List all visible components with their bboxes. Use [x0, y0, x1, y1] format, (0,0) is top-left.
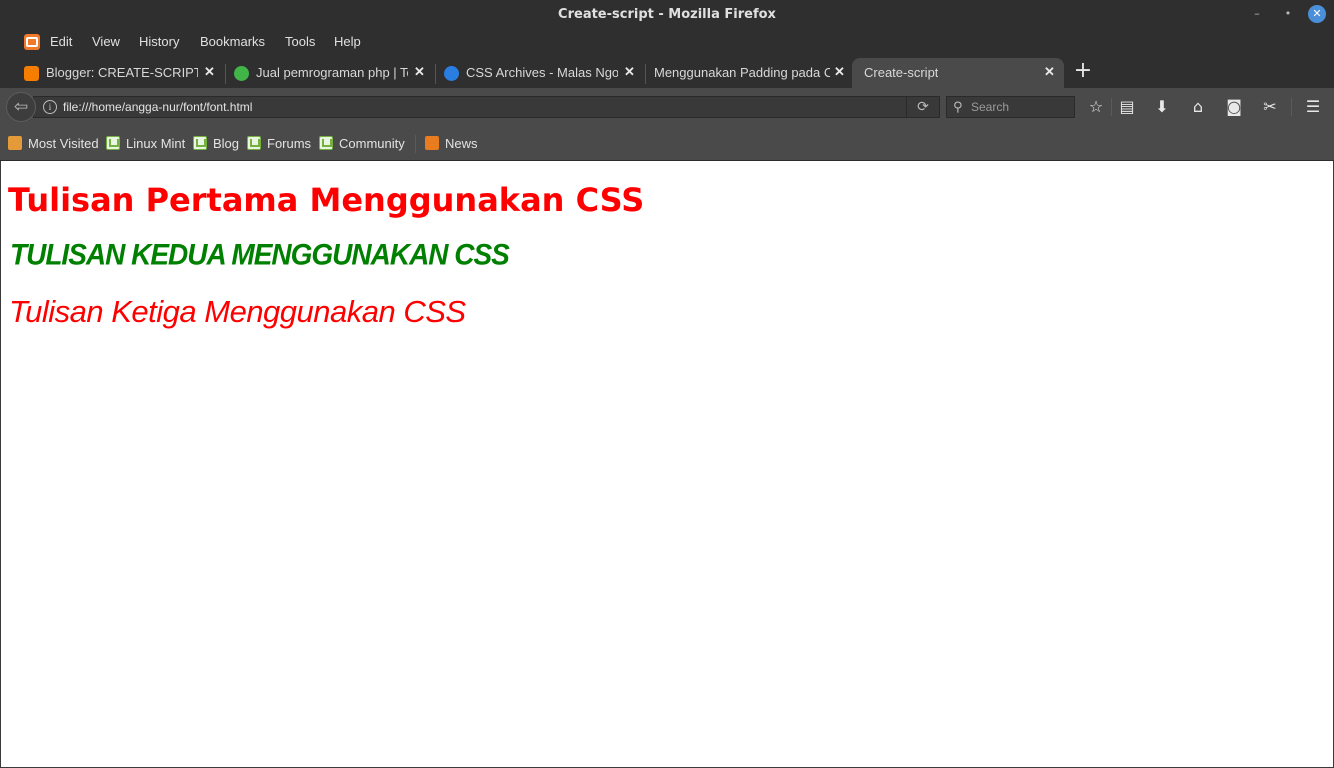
bookmarks-list-icon[interactable]: ▤: [1117, 97, 1137, 117]
bookmark-star-icon[interactable]: ☆: [1086, 97, 1106, 117]
site-icon: [444, 66, 459, 81]
mint-icon: [193, 136, 207, 150]
bookmark-forums[interactable]: Forums: [247, 136, 311, 151]
search-bar[interactable]: ⚲: [946, 96, 1075, 118]
close-tab-icon[interactable]: ✕: [414, 64, 425, 80]
menu-bookmarks[interactable]: Bookmarks: [200, 34, 265, 49]
menu-view[interactable]: View: [92, 34, 120, 49]
bookmark-community[interactable]: Community: [319, 136, 405, 151]
menu-edit[interactable]: Edit: [50, 34, 72, 49]
bookmark-label: Blog: [213, 136, 240, 151]
page-content: Tulisan Pertama Menggunakan CSS Tulisan …: [1, 161, 1333, 767]
tab-label: CSS Archives - Malas Ngodi: [466, 65, 618, 80]
bookmark-label: Most Visited: [28, 136, 99, 151]
heading-first: Tulisan Pertama Menggunakan CSS: [8, 181, 645, 219]
menu-bar: Edit View History Bookmarks Tools Help: [0, 28, 1334, 56]
close-tab-icon[interactable]: ✕: [834, 64, 845, 80]
rss-icon: [425, 136, 439, 150]
tab-css-archives[interactable]: CSS Archives - Malas Ngodi ✕: [444, 58, 646, 88]
back-button[interactable]: ⇦: [6, 92, 36, 122]
tab-label: Menggunakan Padding pada CS: [654, 65, 830, 80]
tokopedia-icon: [234, 66, 249, 81]
download-icon[interactable]: ⬇: [1152, 97, 1172, 117]
bookmark-most-visited[interactable]: Most Visited: [8, 136, 99, 151]
close-tab-icon[interactable]: ✕: [624, 64, 635, 80]
reload-icon[interactable]: ⟳: [906, 97, 939, 117]
search-input[interactable]: [971, 99, 1071, 115]
minimize-button[interactable]: –: [1248, 5, 1266, 23]
bookmark-linux-mint[interactable]: Linux Mint: [106, 136, 185, 151]
heading-second: Tulisan Kedua Menggunakan CSS: [10, 238, 510, 271]
bookmark-label: Forums: [267, 136, 312, 151]
blogger-icon: [24, 34, 40, 50]
close-tab-icon[interactable]: ✕: [1044, 64, 1055, 80]
tab-label: Blogger: CREATE-SCRIPT - A: [46, 65, 198, 80]
menu-tools[interactable]: Tools: [285, 34, 315, 49]
arrow-left-icon: ⇦: [13, 97, 29, 117]
tab-bar: Blogger: CREATE-SCRIPT - A ✕ Jual pemrog…: [0, 56, 1334, 88]
mint-icon: [106, 136, 120, 150]
close-tab-icon[interactable]: ✕: [204, 64, 215, 80]
search-icon: ⚲: [953, 100, 963, 115]
home-icon[interactable]: ⌂: [1188, 97, 1208, 117]
close-window-button[interactable]: ✕: [1308, 5, 1326, 23]
url-text[interactable]: file:///home/angga-nur/font/font.html: [63, 100, 252, 114]
bookmark-news[interactable]: News: [425, 136, 478, 151]
pocket-icon[interactable]: ◙: [1224, 97, 1244, 117]
window-titlebar: Create-script - Mozilla Firefox – • ✕: [0, 0, 1334, 28]
bookmark-blog[interactable]: Blog: [193, 136, 239, 151]
bookmark-label: Community: [339, 136, 405, 151]
new-tab-button[interactable]: +: [1073, 60, 1093, 82]
menu-history[interactable]: History: [139, 34, 179, 49]
menu-help[interactable]: Help: [334, 34, 361, 49]
hamburger-menu-icon[interactable]: ☰: [1303, 97, 1323, 117]
mint-icon: [319, 136, 333, 150]
window-border-left: [0, 161, 1, 768]
screenshot-icon[interactable]: ✂: [1260, 97, 1280, 117]
window-title: Create-script - Mozilla Firefox: [558, 7, 776, 22]
tab-label: Create-script: [864, 65, 939, 80]
url-bar[interactable]: i file:///home/angga-nur/font/font.html …: [33, 96, 940, 118]
bookmark-label: Linux Mint: [126, 136, 186, 151]
mint-icon: [247, 136, 261, 150]
tab-blogger[interactable]: Blogger: CREATE-SCRIPT - A ✕: [24, 58, 226, 88]
tab-create-script[interactable]: Create-script ✕: [852, 58, 1064, 88]
tab-label: Jual pemrograman php | To: [256, 65, 408, 80]
folder-icon: [8, 136, 22, 150]
restore-button[interactable]: •: [1279, 5, 1297, 23]
bookmarks-toolbar: Most Visited Linux Mint Blog Forums Comm…: [0, 126, 1334, 161]
tab-padding[interactable]: Menggunakan Padding pada CS ✕: [654, 58, 848, 88]
heading-third: Tulisan Ketiga Menggunakan CSS: [9, 294, 466, 329]
bookmark-label: News: [445, 136, 478, 151]
navigation-bar: i file:///home/angga-nur/font/font.html …: [0, 88, 1334, 126]
blogger-icon: [24, 66, 39, 81]
info-icon[interactable]: i: [43, 100, 57, 114]
tab-tokopedia[interactable]: Jual pemrograman php | To ✕: [234, 58, 436, 88]
